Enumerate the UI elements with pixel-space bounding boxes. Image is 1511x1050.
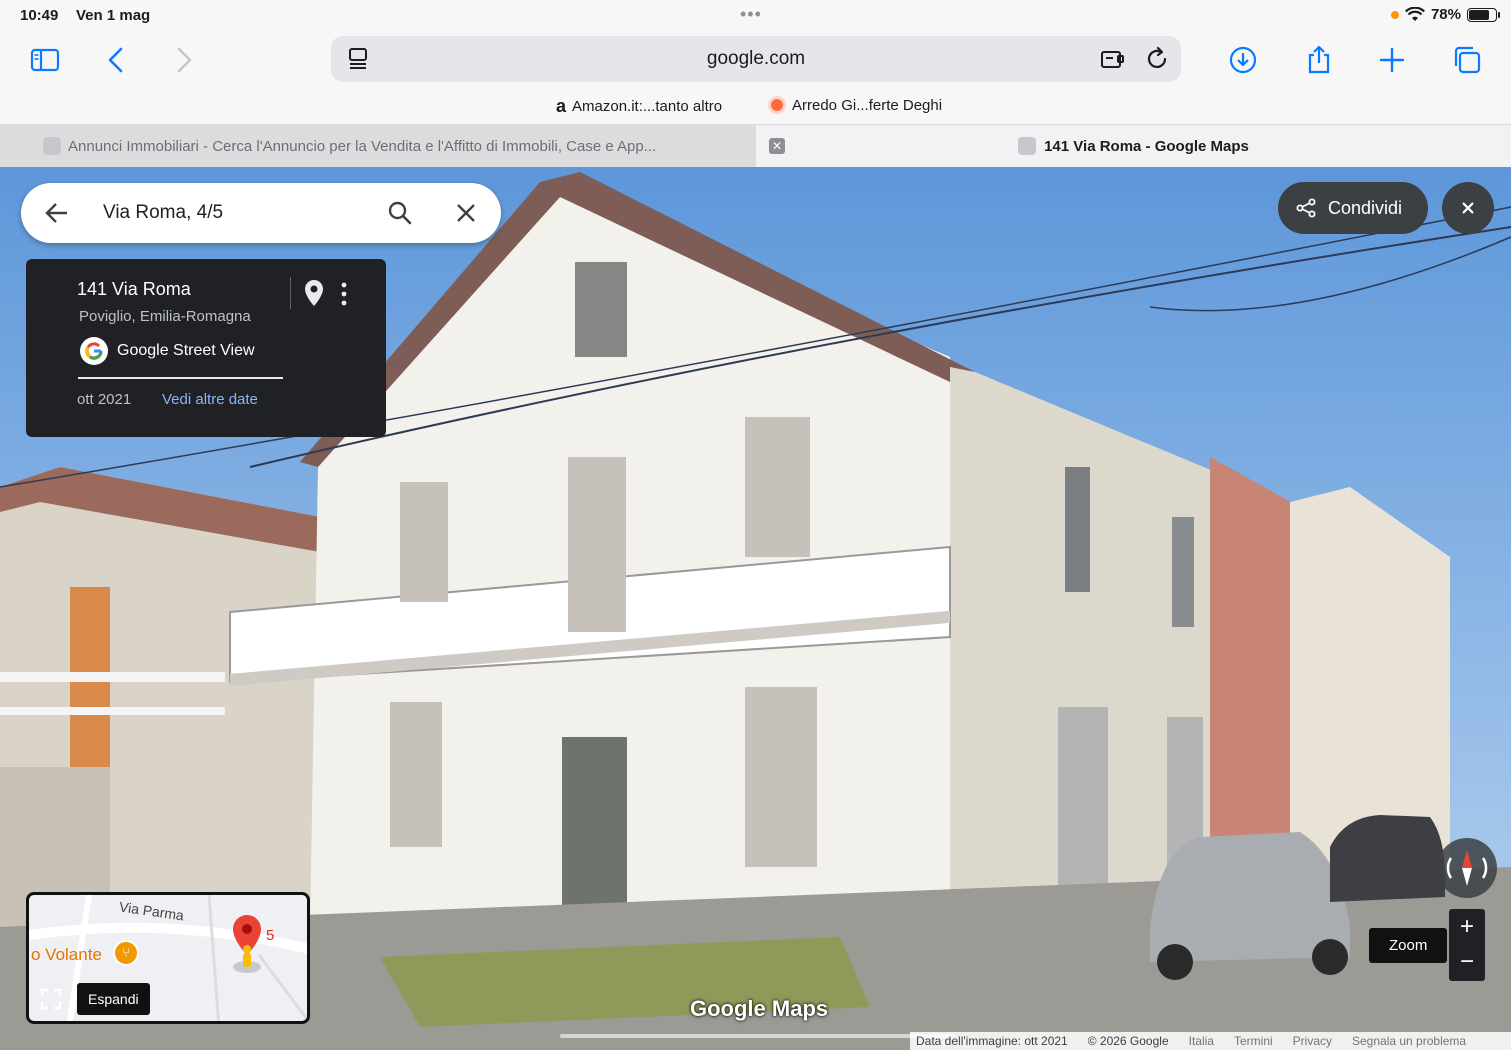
status-time: 10:49 [20,7,59,24]
tab-google-maps[interactable]: ✕ 141 Via Roma - Google Maps [756,125,1511,167]
expand-icon[interactable] [39,987,63,1011]
sidebar-icon[interactable] [27,42,63,78]
street-view-info-card: 141 Via Roma Poviglio, Emilia-Romagna Go… [26,259,386,437]
download-icon[interactable] [1225,42,1261,78]
status-bar: 10:49 Ven 1 mag ••• 78% [0,0,1511,30]
place-region: Poviglio, Emilia-Romagna [79,308,251,325]
location-pin-icon[interactable] [303,279,325,307]
status-date: Ven 1 mag [76,7,151,24]
search-input[interactable]: Via Roma, 4/5 [103,202,223,224]
footer-link-country[interactable]: Italia [1189,1034,1214,1048]
tab-label: 141 Via Roma - Google Maps [1044,137,1249,155]
google-maps-watermark: Google Maps [690,996,829,1021]
wifi-icon [1404,6,1425,21]
maps-search-box[interactable]: Via Roma, 4/5 [21,183,501,243]
clear-search-icon[interactable] [453,200,479,226]
share-network-icon [1296,198,1316,218]
map-pin-icon [233,915,261,973]
extension-icon[interactable] [1099,45,1127,73]
zoom-out-button[interactable]: − [1449,945,1485,981]
google-logo-icon [80,337,108,365]
close-tab-icon[interactable]: ✕ [769,138,785,154]
house-number-label: 5 [266,927,275,944]
expand-tooltip: Espandi [77,983,150,1015]
amazon-icon: a [556,96,567,116]
bookmark-label: Amazon.it:...tanto altro [572,98,723,115]
back-icon[interactable] [99,42,135,78]
google-favicon-icon [1018,137,1037,155]
divider [290,277,291,309]
compass-icon[interactable] [1437,838,1497,898]
url-text[interactable]: google.com [331,48,1181,70]
copyright: © 2026 Google [1087,1034,1169,1048]
site-favicon-icon [43,137,61,155]
reload-icon[interactable] [1143,45,1171,73]
footer-link-privacy[interactable]: Privacy [1293,1034,1332,1048]
poi-label[interactable]: o Volante [31,945,102,965]
battery-fill [1469,9,1490,20]
status-right: 78% [1390,6,1500,23]
minimap[interactable]: Via Parma o Volante ⑂ 5 Espandi [26,892,310,1024]
capture-date: ott 2021 [77,391,132,408]
footer-link-report[interactable]: Segnala un problema [1352,1034,1466,1048]
image-date: Data dell'immagine: ott 2021 [916,1034,1068,1048]
battery-percent: 78% [1430,6,1461,23]
new-tab-icon[interactable] [1374,42,1410,78]
bookmark-arredo[interactable]: Arredo Gi...ferte Deghi [768,96,942,114]
tab-bar: Annunci Immobiliari - Cerca l'Annuncio p… [0,124,1511,167]
see-more-dates-link[interactable]: Vedi altre date [162,391,258,408]
search-icon[interactable] [387,200,413,226]
bookmark-label: Arredo Gi...ferte Deghi [792,96,943,114]
share-button[interactable]: Condividi [1278,182,1428,234]
share-icon[interactable] [1301,42,1337,78]
zoom-in-button[interactable]: + [1449,909,1485,945]
footer-link-terms[interactable]: Termini [1234,1034,1273,1048]
browser-toolbar: google.com [0,30,1511,90]
close-street-view-button[interactable] [1442,182,1494,234]
zoom-tooltip: Zoom [1369,928,1448,963]
more-options-icon[interactable] [336,281,352,307]
multitasking-dots-icon[interactable]: ••• [740,4,762,25]
place-title: 141 Via Roma [77,279,191,299]
close-icon [1462,202,1474,214]
imagery-source: Google Street View [117,342,255,359]
forward-icon[interactable] [165,42,201,78]
address-bar[interactable]: google.com [331,36,1181,82]
tabs-overview-icon[interactable] [1449,42,1485,78]
arredo-icon [768,96,786,114]
bookmark-amazon[interactable]: a Amazon.it:...tanto altro [556,96,722,117]
recording-dot-icon [1390,10,1399,19]
tab-label: Annunci Immobiliari - Cerca l'Annuncio p… [68,137,657,155]
favorites-bar: a Amazon.it:...tanto altro Arredo Gi...f… [0,90,1511,124]
share-label: Condividi [1328,197,1403,218]
timeline-bar [78,377,283,379]
arrow-back-icon[interactable] [43,199,71,227]
tab-annunci-immobiliari[interactable]: Annunci Immobiliari - Cerca l'Annuncio p… [0,125,756,167]
battery-icon [1467,7,1500,22]
loading-bar [560,1034,955,1038]
map-footer: Data dell'immagine: ott 2021 © 2026 Goog… [910,1032,1511,1050]
restaurant-icon[interactable]: ⑂ [113,940,139,966]
